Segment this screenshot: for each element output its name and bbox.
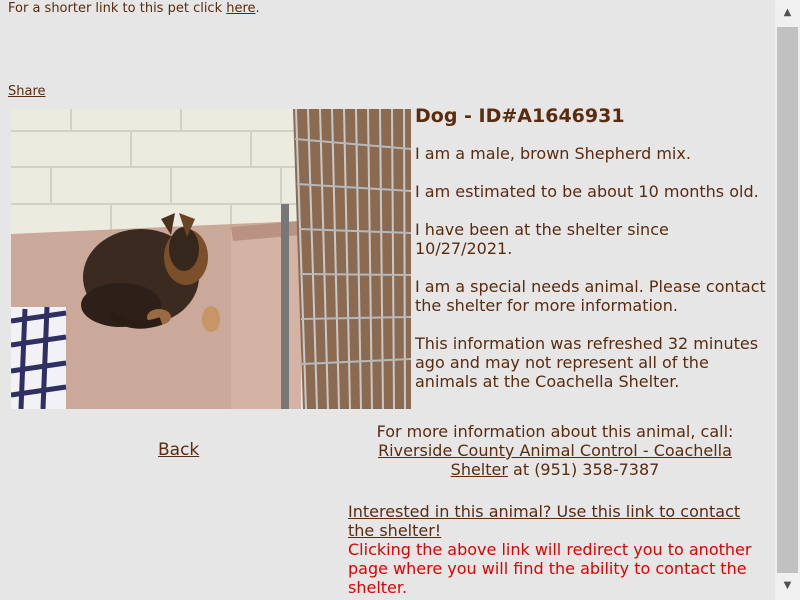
shorter-link[interactable]: here [226,1,255,16]
shorter-link-note: For a shorter link to this pet click her… [8,1,260,16]
vertical-scrollbar[interactable]: ▲ ▼ [775,0,800,600]
contact-intro: For more information about this animal, … [376,422,734,441]
pet-info: Dog - ID#A1646931 I am a male, brown She… [415,104,767,410]
pet-intake-date: I have been at the shelter since 10/27/2… [415,220,669,258]
pet-age: I am estimated to be about 10 months old… [415,182,759,201]
pet-special-needs: I am a special needs animal. Please cont… [415,277,766,315]
triangle-up-icon[interactable]: ▲ [775,3,800,23]
pet-title: Dog - ID#A1646931 [415,105,625,127]
triangle-down-icon[interactable]: ▼ [775,576,800,596]
shelter-phone: at (951) 358-7387 [507,460,660,479]
pet-description: I am a male, brown Shepherd mix. [415,144,691,163]
share-link[interactable]: Share [8,84,46,99]
interest-block: Interested in this animal? Use this link… [348,502,762,597]
contact-shelter-link[interactable]: Interested in this animal? Use this link… [348,502,740,540]
scrollbar-thumb[interactable] [777,27,798,573]
pet-photo [11,109,411,409]
redirect-warning: Clicking the above link will redirect yo… [348,540,752,597]
refresh-notice: This information was refreshed 32 minute… [415,334,759,391]
contact-info: For more information about this animal, … [348,422,762,479]
contact-line: Riverside County Animal Control - Coache… [348,441,762,479]
back-link[interactable]: Back [158,440,199,460]
